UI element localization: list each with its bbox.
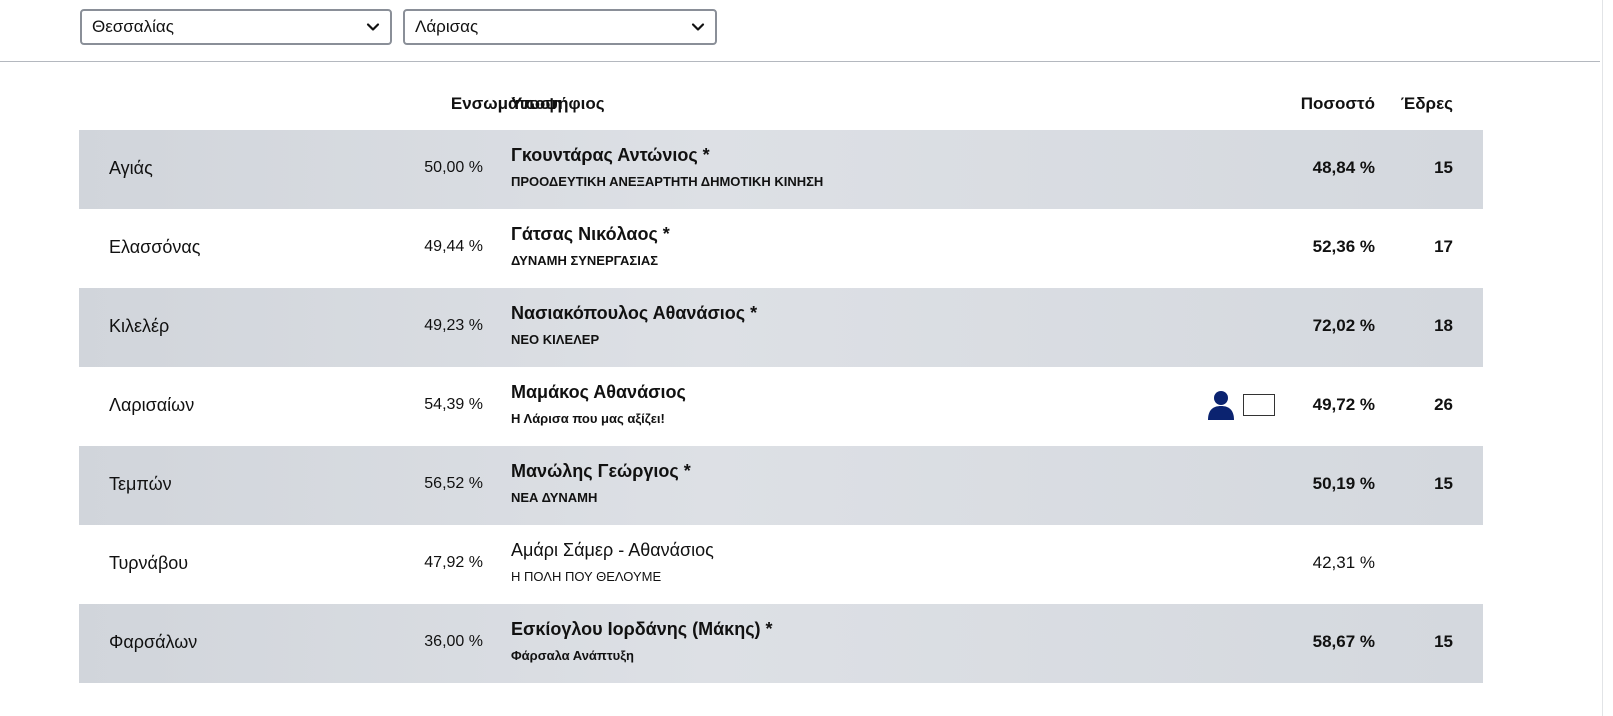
- incorporation-value: 49,23 %: [424, 317, 483, 334]
- percentage-value: 49,72 %: [1312, 395, 1375, 414]
- seats-value: 26: [1434, 395, 1453, 414]
- party-name: ΔΥΝΑΜΗ ΣΥΝΕΡΓΑΣΙΑΣ: [511, 253, 659, 268]
- candidate-cell: Αμάρι Σάμερ - Αθανάσιος Η ΠΟΛΗ ΠΟΥ ΘΕΛΟΥ…: [511, 540, 714, 584]
- municipality-name: Φαρσάλων: [109, 632, 198, 652]
- candidate-name: Μαμάκος Αθανάσιος: [511, 382, 686, 402]
- seats-value: 18: [1434, 316, 1453, 335]
- party-name: Φάρσαλα Ανάπτυξη: [511, 648, 634, 663]
- candidate-cell: Μανώλης Γεώργιος * ΝΕΑ ΔΥΝΑΜΗ: [511, 461, 691, 505]
- incorporation-value: 49,44 %: [424, 238, 483, 255]
- candidate-name: Αμάρι Σάμερ - Αθανάσιος: [511, 540, 714, 560]
- seats-value: 15: [1434, 632, 1453, 651]
- chevron-down-icon: [366, 23, 380, 31]
- table-row[interactable]: Λαρισαίων 54,39 % Μαμάκος Αθανάσιος Η Λά…: [79, 367, 1483, 446]
- percentage-value: 72,02 %: [1312, 316, 1375, 335]
- region-select-value: Θεσσαλίας: [92, 17, 174, 36]
- municipality-name: Λαρισαίων: [109, 395, 195, 415]
- incorporation-value: 36,00 %: [424, 633, 483, 650]
- incorporation-value: 54,39 %: [424, 396, 483, 413]
- table-row[interactable]: Κιλελέρ 49,23 % Νασιακόπουλος Αθανάσιος …: [79, 288, 1483, 367]
- party-name: Η Λάρισα που μας αξίζει!: [511, 411, 665, 426]
- seats-value: 15: [1434, 158, 1453, 177]
- candidate-cell: Νασιακόπουλος Αθανάσιος * ΝΕΟ ΚΙΛΕΛΕΡ: [511, 303, 757, 347]
- results-page: Θεσσαλίας Λάρισας Ενσωμάτωση Υποψήφιος Π…: [0, 0, 1613, 716]
- municipality-name: Ελασσόνας: [109, 237, 201, 257]
- incorporation-value: 47,92 %: [424, 554, 483, 571]
- header-seats: Έδρες: [1400, 94, 1453, 113]
- table-header: Ενσωμάτωση Υποψήφιος Ποσοστό Έδρες: [79, 70, 1483, 130]
- table-row[interactable]: Τεμπών 56,52 % Μανώλης Γεώργιος * ΝΕΑ ΔΥ…: [79, 446, 1483, 525]
- candidate-name: Εσκίογλου Ιορδάνης (Μάκης) *: [511, 619, 773, 639]
- seats-value: 17: [1434, 237, 1453, 256]
- table-row[interactable]: Αγιάς 50,00 % Γκουντάρας Αντώνιος * ΠΡΟΟ…: [79, 130, 1483, 209]
- municipality-name: Αγιάς: [109, 158, 153, 178]
- person-icon[interactable]: [1207, 390, 1235, 420]
- candidate-name: Νασιακόπουλος Αθανάσιος *: [511, 303, 758, 323]
- candidate-icons: [1207, 390, 1275, 420]
- candidate-name: Μανώλης Γεώργιος *: [511, 461, 691, 481]
- municipality-name: Τυρνάβου: [109, 553, 189, 573]
- party-name: ΠΡΟΟΔΕΥΤΙΚΗ ΑΝΕΞΑΡΤΗΤΗ ΔΗΜΟΤΙΚΗ ΚΙΝΗΣΗ: [511, 174, 824, 189]
- candidate-cell: Γκουντάρας Αντώνιος * ΠΡΟΟΔΕΥΤΙΚΗ ΑΝΕΞΑΡ…: [511, 145, 823, 189]
- incorporation-value: 50,00 %: [424, 159, 483, 176]
- percentage-value: 52,36 %: [1312, 237, 1375, 256]
- party-name: ΝΕΑ ΔΥΝΑΜΗ: [511, 490, 598, 505]
- percentage-value: 50,19 %: [1312, 474, 1375, 493]
- municipality-name: Κιλελέρ: [109, 316, 170, 336]
- party-name: Η ΠΟΛΗ ΠΟΥ ΘΕΛΟΥΜΕ: [511, 569, 662, 584]
- incorporation-value: 56,52 %: [424, 475, 483, 492]
- checkbox-icon[interactable]: [1243, 394, 1275, 416]
- filter-bar: Θεσσαλίας Λάρισας: [0, 0, 1600, 62]
- scrollbar-thumb[interactable]: [1602, 0, 1612, 716]
- seats-value: 15: [1434, 474, 1453, 493]
- vertical-scrollbar[interactable]: [1600, 0, 1613, 716]
- header-percentage: Ποσοστό: [1300, 94, 1375, 113]
- results-table: Ενσωμάτωση Υποψήφιος Ποσοστό Έδρες Αγιάς…: [79, 70, 1483, 683]
- percentage-value: 42,31 %: [1312, 553, 1375, 572]
- candidate-cell: Μαμάκος Αθανάσιος Η Λάρισα που μας αξίζε…: [511, 382, 686, 426]
- chevron-down-icon: [691, 23, 705, 31]
- region-select[interactable]: Θεσσαλίας: [80, 9, 392, 45]
- candidate-name: Γάτσας Νικόλαος *: [511, 224, 670, 244]
- table-row[interactable]: Ελασσόνας 49,44 % Γάτσας Νικόλαος * ΔΥΝΑ…: [79, 209, 1483, 288]
- municipality-name: Τεμπών: [109, 474, 172, 494]
- table-row[interactable]: Φαρσάλων 36,00 % Εσκίογλου Ιορδάνης (Μάκ…: [79, 604, 1483, 683]
- header-candidate: Υποψήφιος: [511, 94, 605, 113]
- prefecture-select[interactable]: Λάρισας: [403, 9, 717, 45]
- percentage-value: 48,84 %: [1312, 158, 1375, 177]
- percentage-value: 58,67 %: [1312, 632, 1375, 651]
- party-name: ΝΕΟ ΚΙΛΕΛΕΡ: [511, 332, 600, 347]
- candidate-name: Γκουντάρας Αντώνιος *: [511, 145, 710, 165]
- table-row[interactable]: Τυρνάβου 47,92 % Αμάρι Σάμερ - Αθανάσιος…: [79, 525, 1483, 604]
- candidate-cell: Εσκίογλου Ιορδάνης (Μάκης) * Φάρσαλα Ανά…: [511, 619, 773, 663]
- prefecture-select-value: Λάρισας: [415, 17, 479, 36]
- candidate-cell: Γάτσας Νικόλαος * ΔΥΝΑΜΗ ΣΥΝΕΡΓΑΣΙΑΣ: [511, 224, 670, 268]
